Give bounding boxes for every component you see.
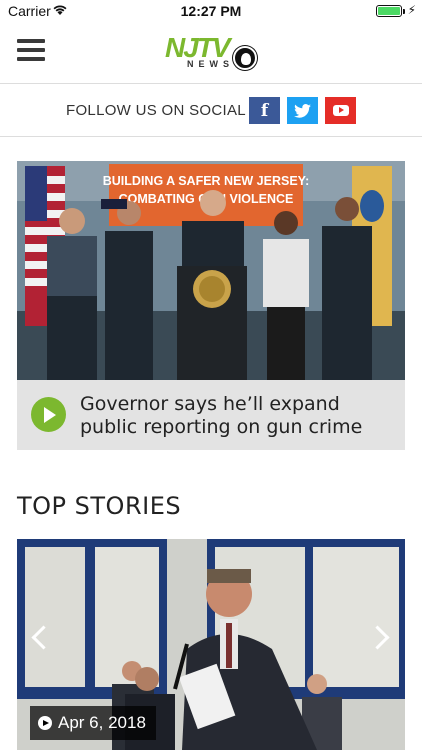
previous-arrow-icon[interactable] bbox=[27, 621, 55, 651]
banner-line-1: BUILDING A SAFER NEW JERSEY: bbox=[103, 174, 310, 188]
charging-icon: ⚡ bbox=[407, 3, 416, 17]
play-circle-icon[interactable] bbox=[31, 397, 66, 432]
social-bar: FOLLOW US ON SOCIAL f bbox=[0, 85, 422, 137]
featured-caption[interactable]: Governor says he’ll expand public report… bbox=[17, 380, 405, 450]
youtube-icon[interactable] bbox=[325, 97, 356, 124]
status-time: 12:27 PM bbox=[180, 3, 242, 19]
story-date: Apr 6, 2018 bbox=[58, 713, 146, 732]
featured-story-card[interactable]: BUILDING A SAFER NEW JERSEY: COMBATING G… bbox=[17, 161, 405, 450]
top-story-card[interactable]: Apr 6, 2018 bbox=[17, 539, 405, 750]
story-date-badge: Apr 6, 2018 bbox=[30, 706, 156, 740]
play-icon bbox=[38, 716, 52, 730]
pbs-icon bbox=[233, 46, 257, 70]
section-title: TOP STORIES bbox=[17, 492, 182, 520]
follow-label: FOLLOW US ON SOCIAL bbox=[66, 102, 246, 119]
njtv-news-logo[interactable]: NJTV NEWS bbox=[165, 32, 260, 74]
status-bar: Carrier 12:27 PM ⚡ bbox=[0, 0, 422, 22]
featured-headline[interactable]: Governor says he’ll expand public report… bbox=[80, 393, 400, 439]
twitter-icon[interactable] bbox=[287, 97, 318, 124]
facebook-icon[interactable]: f bbox=[249, 97, 280, 124]
battery-icon bbox=[376, 5, 402, 17]
app-header: NJTV NEWS bbox=[0, 22, 422, 84]
logo-subtext: NEWS bbox=[187, 59, 234, 69]
hamburger-icon[interactable] bbox=[17, 39, 45, 63]
battery-tip bbox=[403, 9, 405, 14]
featured-photo[interactable]: BUILDING A SAFER NEW JERSEY: COMBATING G… bbox=[17, 161, 405, 380]
next-arrow-icon[interactable] bbox=[367, 621, 395, 651]
